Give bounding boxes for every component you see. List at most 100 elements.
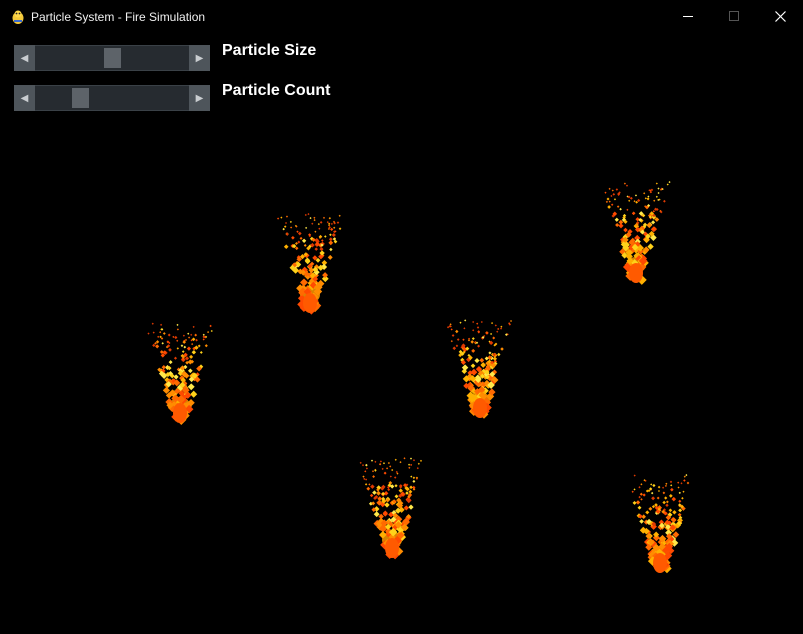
fire-particle	[197, 344, 201, 348]
fire-particle	[683, 479, 686, 482]
close-button[interactable]	[757, 0, 803, 33]
particle-size-thumb[interactable]	[104, 48, 121, 68]
fire-particle	[665, 500, 669, 504]
fire-particle	[291, 235, 295, 240]
fire-particle	[372, 490, 377, 495]
particle-count-thumb[interactable]	[72, 88, 89, 108]
fire-particle	[186, 346, 192, 351]
particle-size-increase-button[interactable]: ▶	[189, 45, 210, 71]
fire-particle	[370, 484, 375, 489]
fire-particle	[300, 278, 308, 287]
fire-particle	[328, 222, 331, 225]
fire-particle	[471, 348, 476, 353]
fire-core	[385, 538, 399, 558]
minimize-button[interactable]	[665, 0, 711, 33]
fire-particle	[417, 462, 420, 465]
fire-particle	[686, 481, 690, 485]
particle-count-decrease-button[interactable]: ◀	[14, 85, 35, 111]
fire-particle	[313, 219, 316, 222]
fire-particle	[314, 247, 318, 251]
particle-count-increase-button[interactable]: ▶	[189, 85, 210, 111]
fire-core	[173, 403, 187, 423]
fire-particle	[615, 188, 619, 191]
fire-particle	[210, 329, 213, 333]
fire-particle	[608, 187, 611, 190]
fire-particle	[364, 483, 368, 486]
fire-particle	[509, 319, 513, 323]
fire-particle	[650, 483, 653, 486]
fire-particle	[183, 345, 187, 349]
fire-particle	[161, 342, 164, 345]
fire-particle	[176, 323, 179, 326]
fire-particle	[662, 500, 666, 505]
fire-particle	[623, 227, 628, 233]
fire-particle	[648, 506, 653, 511]
fire-particle	[152, 343, 156, 348]
fire-particle	[632, 500, 637, 505]
fire-particle	[665, 503, 669, 507]
fire-particle	[683, 475, 686, 478]
fire-particle	[412, 459, 416, 462]
title-bar[interactable]: Particle System - Fire Simulation	[0, 0, 803, 33]
fire-particle	[419, 459, 423, 462]
fire-particle	[321, 239, 324, 242]
fire-particle	[294, 246, 299, 251]
maximize-button[interactable]	[711, 0, 757, 33]
fire-particle	[646, 197, 650, 201]
fire-particle	[494, 324, 497, 327]
fire-particle	[646, 222, 653, 229]
fire-particle	[159, 331, 162, 334]
fire-particle	[633, 474, 636, 477]
fire-particle	[412, 485, 416, 490]
fire-particle	[330, 222, 333, 225]
fire-particle	[633, 488, 636, 491]
fire-particle	[389, 475, 392, 478]
fire-particle	[376, 490, 381, 496]
fire-particle	[456, 338, 460, 341]
particle-size-decrease-button[interactable]: ◀	[14, 45, 35, 71]
fire-particle	[410, 475, 413, 478]
fire-particle	[613, 198, 617, 201]
fire-particle	[455, 329, 459, 334]
particle-count-slider[interactable]: ◀ ▶	[14, 85, 210, 111]
fire-particle	[464, 319, 467, 322]
fire-particle	[492, 356, 498, 361]
fire-particle	[616, 205, 620, 208]
particle-count-track[interactable]	[35, 86, 189, 110]
fire-particle	[610, 194, 613, 198]
fire-particle	[655, 182, 658, 185]
particle-size-slider[interactable]: ◀ ▶	[14, 45, 210, 71]
fire-particle	[391, 468, 394, 472]
fire-emitter	[147, 322, 213, 426]
fire-particle	[319, 221, 323, 224]
fire-particle	[319, 247, 324, 252]
fire-particle	[638, 486, 641, 489]
fire-particle	[408, 489, 413, 494]
fire-particle	[634, 194, 638, 197]
fire-particle	[670, 484, 673, 487]
fire-particle	[490, 332, 493, 336]
fire-emitter	[631, 474, 690, 574]
fire-particle	[678, 499, 682, 503]
fire-particle	[297, 240, 301, 244]
fire-particle	[642, 493, 646, 497]
fire-particle	[284, 221, 288, 225]
fire-particle	[612, 192, 616, 196]
fire-particle	[664, 496, 668, 500]
fire-particle	[461, 364, 469, 371]
fire-particle	[188, 336, 191, 339]
fire-particle	[180, 344, 184, 348]
simulation-canvas[interactable]: ◀ ▶ Particle Size ◀ ▶ Particle Count	[0, 33, 803, 634]
fire-particle	[479, 357, 485, 363]
fire-particle	[614, 217, 619, 222]
fire-particle	[657, 489, 661, 493]
fire-particle	[393, 476, 397, 479]
fire-core	[473, 398, 487, 418]
fire-particle	[329, 247, 333, 252]
fire-particle	[452, 346, 457, 351]
fire-particle	[309, 217, 312, 220]
particle-size-track[interactable]	[35, 46, 189, 70]
fire-core	[629, 263, 643, 283]
fire-particle	[191, 350, 196, 355]
fire-particle	[277, 217, 280, 220]
